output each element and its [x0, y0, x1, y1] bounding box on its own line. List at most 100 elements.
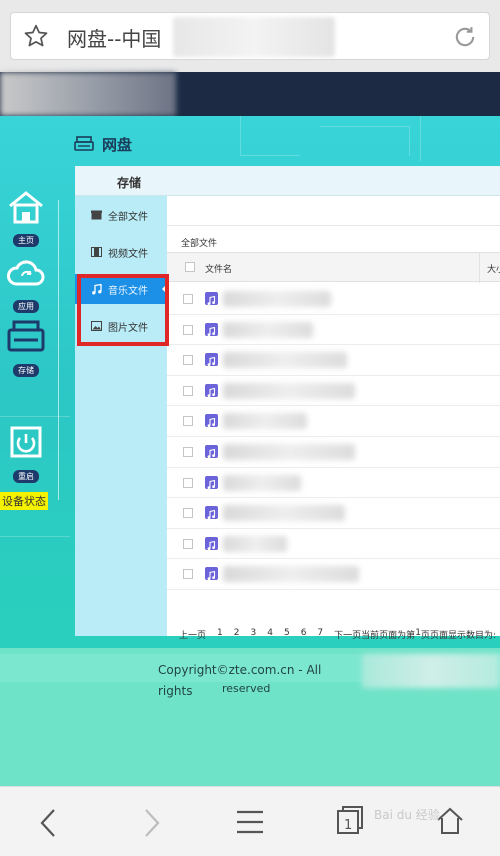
row-checkbox[interactable] — [183, 324, 193, 335]
baidu-watermark: Bai du 经验 — [374, 808, 440, 822]
row-checkbox[interactable] — [183, 355, 193, 366]
svg-text:1: 1 — [344, 818, 352, 833]
row-checkbox[interactable] — [183, 569, 193, 580]
panel-title-bar: 存储 — [75, 166, 500, 196]
menu-all-files-label: 全部文件 — [108, 211, 148, 223]
page-link-6[interactable]: 6 — [301, 628, 307, 641]
file-name-blurred — [223, 474, 301, 491]
menu-video-files[interactable]: 视频文件 — [75, 237, 167, 267]
file-name-blurred — [223, 444, 355, 460]
next-page-link[interactable]: 下一页 — [334, 628, 361, 641]
nav-home[interactable]: 主页 — [6, 190, 46, 247]
music-file-icon — [205, 475, 218, 489]
page-link-5[interactable]: 5 — [284, 628, 290, 641]
row-checkbox[interactable] — [183, 538, 193, 549]
music-file-icon — [205, 506, 218, 520]
circuit-decoration — [320, 126, 410, 156]
page-link-4[interactable]: 4 — [267, 628, 273, 641]
red-highlight-box — [77, 274, 169, 346]
page-title: 网盘 — [102, 135, 133, 154]
device-status-link[interactable]: 设备状态 — [0, 492, 48, 510]
music-file-icon — [205, 353, 218, 367]
column-filename[interactable]: 文件名 — [205, 262, 232, 275]
nav-storage[interactable]: 存储 — [6, 320, 46, 377]
home-nav-icon[interactable] — [436, 807, 464, 835]
page-status-suffix: 页 — [420, 631, 430, 641]
file-row[interactable] — [167, 376, 500, 407]
router-header — [0, 72, 500, 116]
copyright-text-line2: reserved — [222, 682, 271, 695]
music-file-icon — [205, 322, 218, 336]
file-row[interactable] — [167, 284, 500, 315]
music-file-icon — [205, 383, 218, 397]
star-icon[interactable] — [23, 23, 49, 49]
page-link-3[interactable]: 3 — [250, 628, 256, 641]
row-checkbox[interactable] — [183, 294, 193, 304]
file-toolbar — [167, 198, 500, 226]
copyright-text: Copyright©zte.com.cn - All rights — [158, 663, 322, 698]
side-divider — [58, 200, 59, 500]
file-name-blurred — [223, 535, 287, 552]
tabs-icon[interactable]: 1 — [336, 805, 364, 835]
row-checkbox[interactable] — [183, 508, 193, 519]
column-divider — [479, 253, 480, 283]
music-file-icon — [205, 292, 218, 306]
footer: Copyright©zte.com.cn - All rights reserv… — [0, 648, 500, 786]
select-all-checkbox[interactable] — [185, 262, 195, 272]
file-row[interactable] — [167, 498, 500, 529]
reload-icon[interactable] — [451, 23, 479, 51]
circuit-decoration — [240, 116, 300, 156]
circuit-decoration — [420, 116, 421, 161]
file-row[interactable] — [167, 406, 500, 437]
forward-icon[interactable] — [140, 807, 162, 839]
row-checkbox[interactable] — [183, 416, 193, 427]
music-file-icon — [205, 414, 218, 428]
file-name-blurred — [223, 291, 331, 307]
menu-icon[interactable] — [236, 809, 264, 835]
file-row[interactable] — [167, 468, 500, 499]
page-heading: 网盘 — [74, 134, 132, 154]
file-row[interactable] — [167, 529, 500, 560]
music-file-icon — [205, 445, 218, 459]
file-name-blurred — [223, 505, 345, 522]
url-text[interactable]: 网盘--中国 — [67, 23, 161, 52]
file-row[interactable] — [167, 315, 500, 346]
footer-blurred-part — [362, 654, 500, 688]
url-blurred-part — [173, 17, 335, 57]
page-link-1[interactable]: 1 — [217, 628, 223, 641]
back-icon[interactable] — [38, 807, 60, 839]
file-name-blurred — [223, 321, 313, 338]
prev-page-link[interactable]: 上一页 — [179, 628, 206, 641]
nav-reboot-label: 重启 — [13, 470, 39, 483]
nav-home-label: 主页 — [13, 234, 39, 247]
content-panel: 存储 全部文件 视频文件 音乐文件 图片文件 全部文件 文件名 大小 — [75, 166, 500, 641]
page-status-prefix: 当前页面为第 — [361, 631, 416, 641]
row-checkbox[interactable] — [183, 447, 193, 457]
file-row[interactable] — [167, 559, 500, 590]
menu-all-files[interactable]: 全部文件 — [75, 200, 167, 230]
header-logo-blurred — [0, 72, 176, 116]
file-row[interactable] — [167, 437, 500, 468]
nav-reboot[interactable]: 重启 — [6, 426, 46, 483]
file-name-blurred — [223, 566, 359, 583]
music-file-icon — [205, 567, 218, 581]
file-list-area: 全部文件 文件名 大小 上一页 1 2 3 4 5 6 7 下一页 当前页面为第… — [167, 196, 500, 641]
breadcrumb[interactable]: 全部文件 — [181, 236, 217, 249]
url-box[interactable]: 网盘--中国 — [10, 12, 490, 60]
music-file-icon — [205, 536, 218, 550]
cloud-sync-icon — [7, 260, 45, 286]
box-icon — [91, 210, 102, 220]
file-row[interactable] — [167, 345, 500, 376]
nav-storage-label: 存储 — [13, 364, 39, 377]
page-link-2[interactable]: 2 — [234, 628, 240, 641]
circuit-decoration — [0, 416, 70, 417]
table-header: 文件名 大小 — [167, 252, 500, 283]
page-link-7[interactable]: 7 — [317, 628, 323, 641]
printer-drive-icon — [74, 136, 94, 151]
column-size[interactable]: 大小 — [487, 262, 500, 275]
nav-apps[interactable]: 应用 — [6, 256, 46, 313]
storage-icon — [7, 320, 45, 352]
row-checkbox[interactable] — [183, 385, 193, 396]
row-checkbox[interactable] — [183, 477, 193, 488]
per-page-label: 页面显示数目为: — [429, 631, 496, 641]
